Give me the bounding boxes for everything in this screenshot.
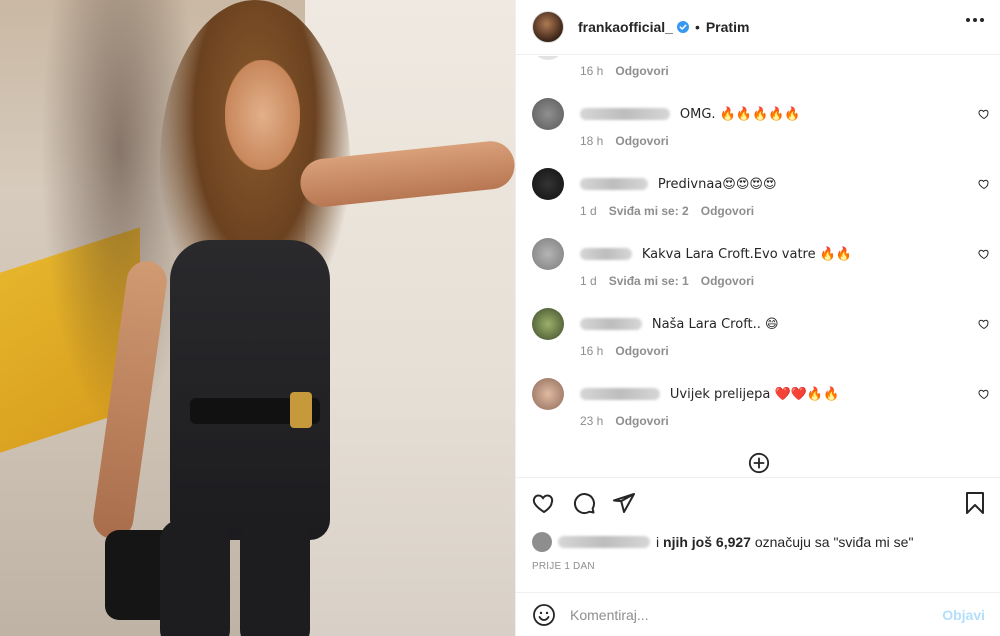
comment-body: OMG. 🔥🔥🔥🔥🔥 (580, 104, 958, 124)
photo-leg-right (240, 520, 310, 636)
paper-plane-icon[interactable] (612, 491, 636, 515)
likes-suffix: označuju sa "sviđa mi se" (754, 534, 914, 550)
comment-time: 23 h (580, 414, 604, 428)
photo-leg-left (160, 520, 230, 636)
comment-time: 18 h (580, 134, 604, 148)
comment-text: Kakva Lara Croft.Evo vatre 🔥🔥 (641, 247, 853, 262)
reply-button[interactable]: Odgovori (615, 344, 668, 358)
likes-count-link[interactable]: njih još 6,927 (663, 534, 751, 550)
comment-likes-count[interactable]: Sviđa mi se: 2 (609, 204, 689, 218)
commenter-username[interactable] (580, 178, 648, 191)
commenter-username[interactable] (580, 318, 642, 331)
liker-username[interactable] (558, 536, 650, 548)
reply-button[interactable]: Odgovori (701, 204, 754, 218)
smiley-icon[interactable] (532, 603, 556, 627)
comment-time: 1 d (580, 204, 597, 218)
following-button[interactable]: Pratim (706, 19, 750, 35)
photo-bodysuit (170, 240, 330, 540)
comment-heart-icon[interactable] (978, 248, 990, 260)
likes-prefix: i (656, 534, 660, 550)
post-photo[interactable] (0, 0, 515, 636)
likes-summary: i njih još 6,927 označuju sa "sviđa mi s… (532, 532, 913, 552)
reply-button[interactable]: Odgovori (615, 134, 668, 148)
comment-text: OMG. 🔥🔥🔥🔥🔥 (679, 107, 801, 122)
post-actions-bar (516, 477, 1000, 527)
heart-icon[interactable] (532, 491, 556, 515)
comment-input[interactable] (570, 606, 910, 623)
plus-circle-icon[interactable] (748, 452, 770, 474)
post-timestamp[interactable]: PRIJE 1 DAN (532, 561, 595, 572)
commenter-username[interactable] (580, 388, 660, 401)
post-side-panel: frankaofficial_ • Pratim 16 h Odgovori O… (515, 0, 1000, 636)
commenter-avatar[interactable] (532, 378, 564, 410)
commenter-avatar[interactable] (532, 308, 564, 340)
author-avatar[interactable] (532, 11, 564, 43)
comment-heart-icon[interactable] (978, 108, 990, 120)
photo-buckle (290, 392, 312, 428)
comment-meta: 1 d Sviđa mi se: 1 Odgovori (580, 274, 754, 288)
comment-time: 16 h (580, 344, 604, 358)
liker-avatar[interactable] (532, 532, 552, 552)
comment-heart-icon[interactable] (978, 388, 990, 400)
comment-meta: 23 h Odgovori (580, 414, 669, 428)
commenter-avatar[interactable] (532, 56, 564, 60)
ellipsis-icon[interactable] (966, 18, 984, 22)
comment-likes-count[interactable]: Sviđa mi se: 1 (609, 274, 689, 288)
comment-body: Uvijek prelijepa ❤️❤️🔥🔥 (580, 384, 958, 404)
header-separator: • (694, 19, 700, 35)
reply-button[interactable]: Odgovori (701, 274, 754, 288)
comment-text: Uvijek prelijepa ❤️❤️🔥🔥 (669, 387, 840, 402)
comment-meta: 16 h Odgovori (580, 64, 669, 78)
commenter-avatar[interactable] (532, 168, 564, 200)
comments-list[interactable]: 16 h Odgovori OMG. 🔥🔥🔥🔥🔥 18 h Odgovori P… (516, 56, 1000, 476)
comment-heart-icon[interactable] (978, 178, 990, 190)
verified-badge-icon (676, 21, 689, 33)
comment-icon[interactable] (572, 491, 596, 515)
post-viewer: frankaofficial_ • Pratim 16 h Odgovori O… (0, 0, 1000, 636)
comment-heart-icon[interactable] (978, 318, 990, 330)
post-comment-button[interactable]: Objavi (942, 607, 985, 623)
commenter-username[interactable] (580, 248, 632, 261)
photo-face (225, 60, 300, 170)
comment-time: 1 d (580, 274, 597, 288)
comment-body: Naša Lara Croft.. 😄 (580, 314, 958, 334)
reply-button[interactable]: Odgovori (615, 64, 668, 78)
bookmark-icon[interactable] (963, 491, 987, 515)
comment-body: Predivnaa😍😍😍😍 (580, 174, 958, 194)
commenter-avatar[interactable] (532, 238, 564, 270)
author-username[interactable]: frankaofficial_ (578, 19, 673, 35)
comment-text: Predivnaa😍😍😍😍 (657, 177, 777, 192)
reply-button[interactable]: Odgovori (615, 414, 668, 428)
commenter-username[interactable] (580, 108, 670, 121)
comment-meta: 18 h Odgovori (580, 134, 669, 148)
commenter-avatar[interactable] (532, 98, 564, 130)
comment-meta: 16 h Odgovori (580, 344, 669, 358)
comment-time: 16 h (580, 64, 604, 78)
comment-compose: Objavi (516, 592, 1000, 636)
comment-text: Naša Lara Croft.. 😄 (651, 317, 779, 332)
comment-body: Kakva Lara Croft.Evo vatre 🔥🔥 (580, 244, 958, 264)
comment-meta: 1 d Sviđa mi se: 2 Odgovori (580, 204, 754, 218)
post-header: frankaofficial_ • Pratim (516, 0, 1000, 55)
